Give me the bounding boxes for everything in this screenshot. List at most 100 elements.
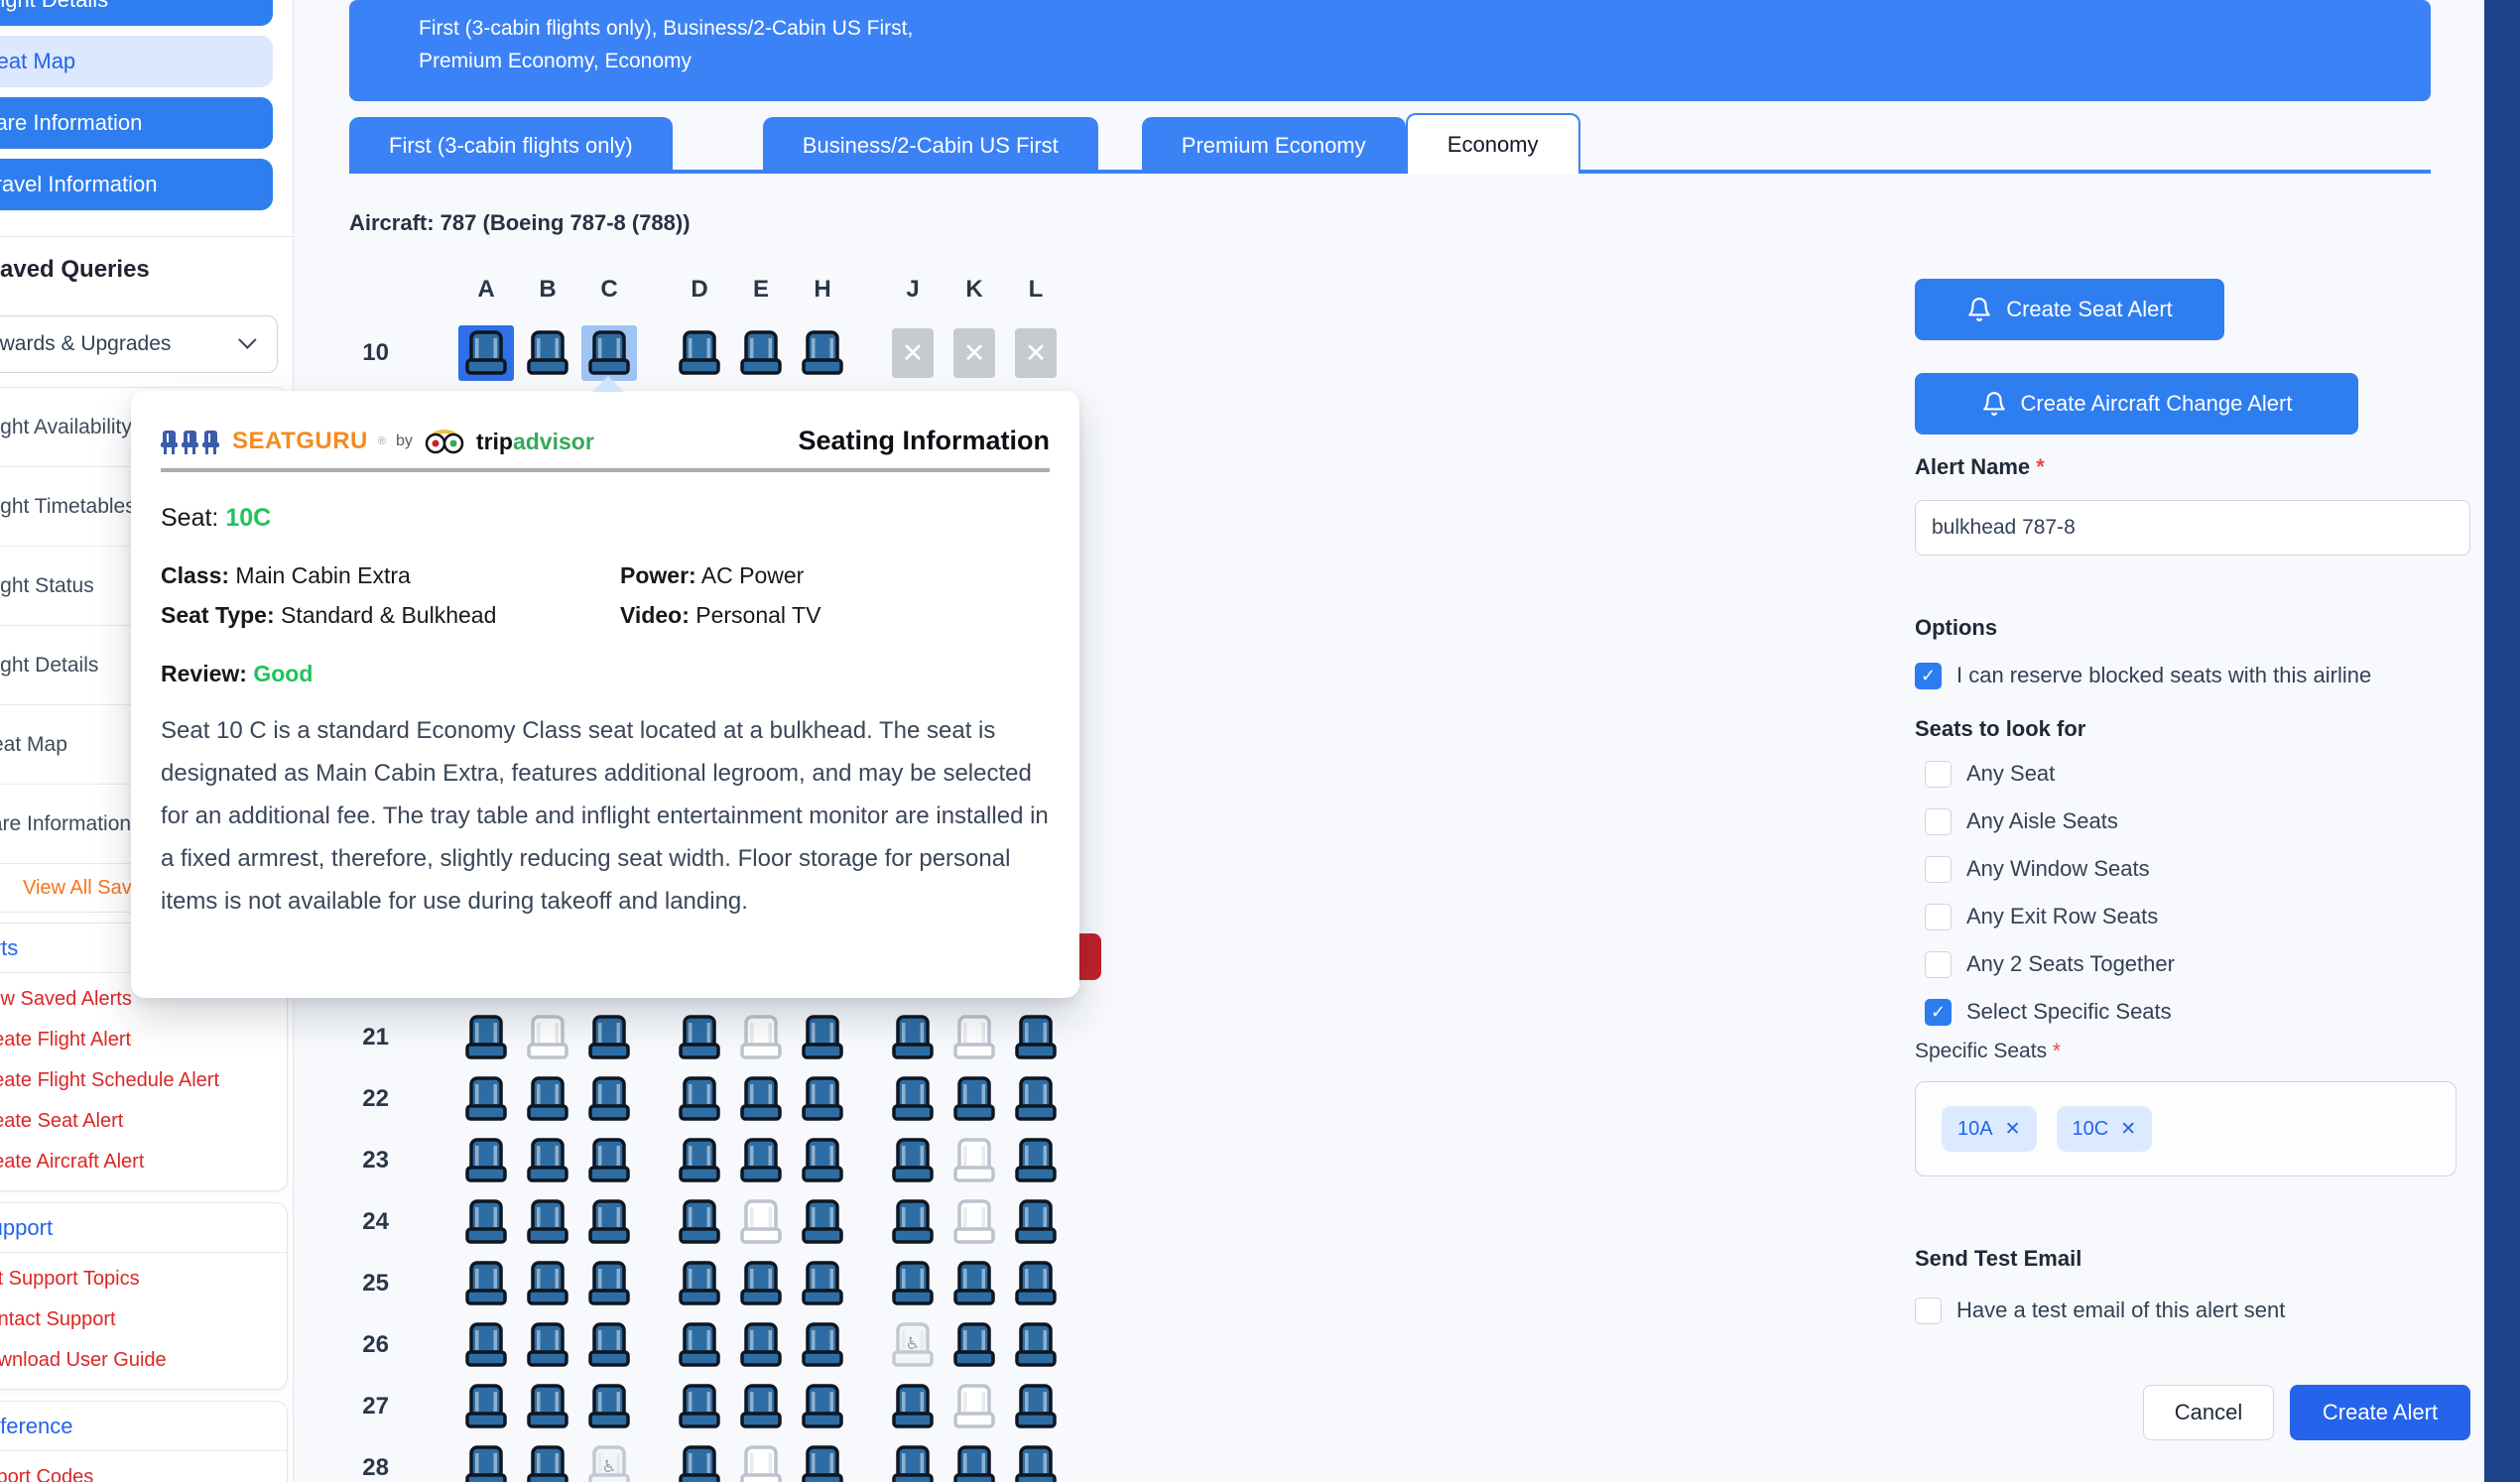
seat-28D[interactable] xyxy=(672,1437,727,1482)
unchecked-checkbox-icon[interactable] xyxy=(1925,951,1952,978)
seat-25D[interactable] xyxy=(672,1253,727,1314)
create-alert-button[interactable]: Create Alert xyxy=(2290,1385,2470,1440)
seat-10D[interactable] xyxy=(672,322,727,384)
test-email-checkbox[interactable]: Have a test email of this alert sent xyxy=(1915,1296,2285,1325)
sidebar-link-hot-support-topics[interactable]: Hot Support Topics xyxy=(0,1259,287,1299)
seat-21D[interactable] xyxy=(672,1007,727,1068)
tab-premium-economy[interactable]: Premium Economy xyxy=(1142,117,1406,174)
section-header-support[interactable]: Support xyxy=(0,1203,287,1253)
seat-22C[interactable] xyxy=(581,1068,637,1130)
create-seat-alert-button[interactable]: Create Seat Alert xyxy=(1915,279,2224,340)
seat-24E[interactable] xyxy=(733,1191,789,1253)
checked-checkbox-icon[interactable]: ✓ xyxy=(1925,999,1952,1026)
seat-26K[interactable] xyxy=(946,1314,1002,1376)
seat-23E[interactable] xyxy=(733,1130,789,1191)
unchecked-checkbox-icon[interactable] xyxy=(1925,904,1952,930)
seat-27K[interactable] xyxy=(946,1376,1002,1437)
seat-25H[interactable] xyxy=(795,1253,850,1314)
alert-name-input[interactable] xyxy=(1915,500,2470,556)
seat-28C[interactable]: ♿ xyxy=(581,1437,637,1482)
seat-22L[interactable] xyxy=(1008,1068,1064,1130)
seat-25E[interactable] xyxy=(733,1253,789,1314)
seat-24A[interactable] xyxy=(458,1191,514,1253)
seat-22J[interactable] xyxy=(885,1068,941,1130)
unchecked-checkbox-icon[interactable] xyxy=(1925,761,1952,788)
seat-option-any-aisle-seats[interactable]: Any Aisle Seats xyxy=(1925,806,2118,836)
seat-option-any-2-seats-together[interactable]: Any 2 Seats Together xyxy=(1925,949,2175,979)
seat-25B[interactable] xyxy=(520,1253,575,1314)
seat-24J[interactable] xyxy=(885,1191,941,1253)
seat-option-any-seat[interactable]: Any Seat xyxy=(1925,759,2055,789)
seat-25A[interactable] xyxy=(458,1253,514,1314)
seat-25K[interactable] xyxy=(946,1253,1002,1314)
sidebar-link-create-flight-alert[interactable]: Create Flight Alert xyxy=(0,1020,287,1060)
create-aircraft-change-alert-button[interactable]: Create Aircraft Change Alert xyxy=(1915,373,2358,434)
seat-21C[interactable] xyxy=(581,1007,637,1068)
unchecked-checkbox-icon[interactable] xyxy=(1915,1297,1942,1324)
seat-24B[interactable] xyxy=(520,1191,575,1253)
seat-27J[interactable] xyxy=(885,1376,941,1437)
reserve-blocked-checkbox[interactable]: ✓I can reserve blocked seats with this a… xyxy=(1915,661,2371,690)
seat-21A[interactable] xyxy=(458,1007,514,1068)
sidebar-link-download-user-guide[interactable]: Download User Guide xyxy=(0,1340,287,1381)
remove-seat-icon[interactable]: ✕ xyxy=(2120,1118,2136,1141)
seat-23J[interactable] xyxy=(885,1130,941,1191)
seat-23B[interactable] xyxy=(520,1130,575,1191)
sidebar-link-create-flight-schedule-alert[interactable]: Create Flight Schedule Alert xyxy=(0,1060,287,1101)
seat-27B[interactable] xyxy=(520,1376,575,1437)
seat-26C[interactable] xyxy=(581,1314,637,1376)
seat-23H[interactable] xyxy=(795,1130,850,1191)
seat-23L[interactable] xyxy=(1008,1130,1064,1191)
seat-23K[interactable] xyxy=(946,1130,1002,1191)
tab-business-2-cabin-us-first[interactable]: Business/2-Cabin US First xyxy=(763,117,1098,174)
seat-27L[interactable] xyxy=(1008,1376,1064,1437)
sidebar-link-create-seat-alert[interactable]: Create Seat Alert xyxy=(0,1101,287,1142)
sidebar-link-airport-codes[interactable]: Airport Codes xyxy=(0,1457,287,1482)
unchecked-checkbox-icon[interactable] xyxy=(1925,856,1952,883)
seat-22B[interactable] xyxy=(520,1068,575,1130)
seat-26D[interactable] xyxy=(672,1314,727,1376)
seat-24D[interactable] xyxy=(672,1191,727,1253)
seat-26B[interactable] xyxy=(520,1314,575,1376)
seat-22A[interactable] xyxy=(458,1068,514,1130)
sidebar-button-fare-information[interactable]: Fare Information xyxy=(0,97,273,149)
specific-seats-input[interactable]: 10A✕10C✕ xyxy=(1915,1081,2457,1176)
seat-27E[interactable] xyxy=(733,1376,789,1437)
seat-10L[interactable]: ✕ xyxy=(1008,322,1064,384)
seat-21B[interactable] xyxy=(520,1007,575,1068)
seat-26E[interactable] xyxy=(733,1314,789,1376)
sidebar-link-create-aircraft-alert[interactable]: Create Aircraft Alert xyxy=(0,1142,287,1182)
seat-27C[interactable] xyxy=(581,1376,637,1437)
seat-10K[interactable]: ✕ xyxy=(946,322,1002,384)
seat-26A[interactable] xyxy=(458,1314,514,1376)
section-header-reference[interactable]: Reference xyxy=(0,1402,287,1451)
seat-21E[interactable] xyxy=(733,1007,789,1068)
sidebar-button-travel-information[interactable]: Travel Information xyxy=(0,159,273,210)
seat-23A[interactable] xyxy=(458,1130,514,1191)
tab-economy[interactable]: Economy xyxy=(1406,113,1580,174)
seat-22H[interactable] xyxy=(795,1068,850,1130)
seat-24H[interactable] xyxy=(795,1191,850,1253)
seat-24K[interactable] xyxy=(946,1191,1002,1253)
seat-25C[interactable] xyxy=(581,1253,637,1314)
seat-28K[interactable] xyxy=(946,1437,1002,1482)
sidebar-button-flight-details[interactable]: Flight Details xyxy=(0,0,273,26)
seat-10A[interactable] xyxy=(458,322,514,384)
seat-22E[interactable] xyxy=(733,1068,789,1130)
seat-option-any-exit-row-seats[interactable]: Any Exit Row Seats xyxy=(1925,902,2158,931)
seat-10H[interactable] xyxy=(795,322,850,384)
seat-23C[interactable] xyxy=(581,1130,637,1191)
seat-21H[interactable] xyxy=(795,1007,850,1068)
seat-10C[interactable] xyxy=(581,322,637,384)
seat-26L[interactable] xyxy=(1008,1314,1064,1376)
seat-28A[interactable] xyxy=(458,1437,514,1482)
seat-27H[interactable] xyxy=(795,1376,850,1437)
seat-24L[interactable] xyxy=(1008,1191,1064,1253)
query-type-select[interactable]: Awards & Upgrades xyxy=(0,315,278,373)
seat-option-select-specific-seats[interactable]: ✓Select Specific Seats xyxy=(1925,997,2172,1027)
seat-21K[interactable] xyxy=(946,1007,1002,1068)
seat-10J[interactable]: ✕ xyxy=(885,322,941,384)
seat-28E[interactable] xyxy=(733,1437,789,1482)
unchecked-checkbox-icon[interactable] xyxy=(1925,808,1952,835)
seat-25J[interactable] xyxy=(885,1253,941,1314)
